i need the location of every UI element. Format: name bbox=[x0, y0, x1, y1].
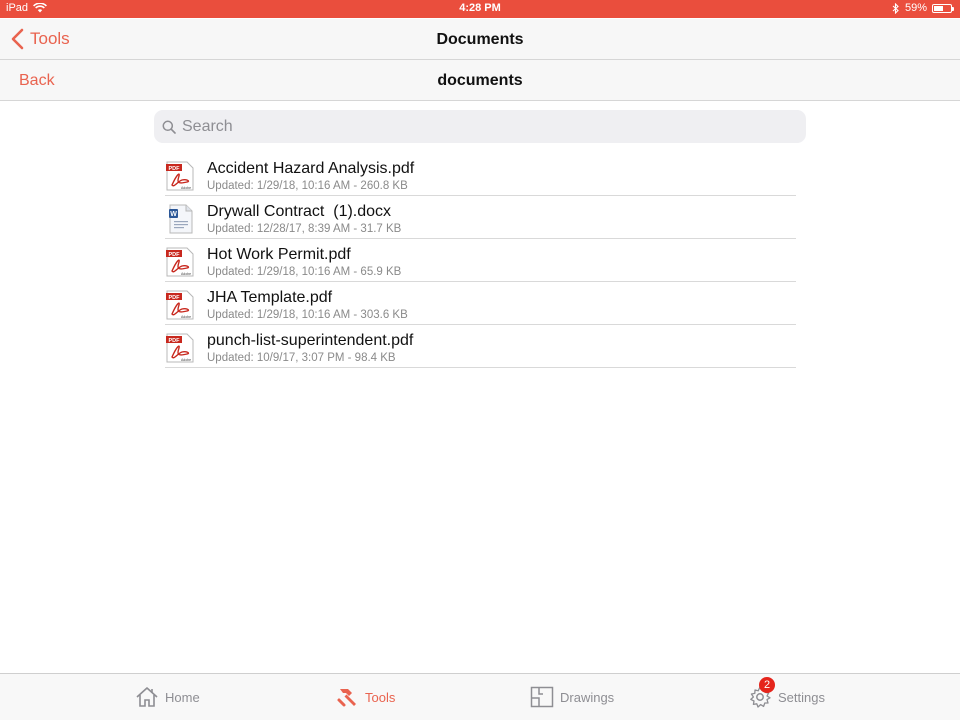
status-time: 4:28 PM bbox=[459, 2, 501, 14]
file-name: Hot Work Permit.pdf bbox=[207, 246, 351, 263]
tab-bar: Home Tools Drawings 2 Settings bbox=[0, 673, 960, 720]
file-row[interactable]: PDF Adobe Hot Work Permit.pdf Updated: 1… bbox=[165, 239, 796, 282]
battery-percent: 59% bbox=[904, 2, 927, 14]
svg-text:Adobe: Adobe bbox=[181, 186, 191, 190]
file-meta: Updated: 1/29/18, 10:16 AM - 65.9 KB bbox=[207, 266, 402, 278]
tab-settings[interactable]: 2 Settings bbox=[748, 677, 825, 709]
svg-text:PDF: PDF bbox=[169, 338, 181, 344]
pdf-file-icon: PDF Adobe bbox=[166, 247, 194, 277]
tab-tools-label: Tools bbox=[365, 689, 396, 705]
search-bar[interactable] bbox=[154, 110, 806, 143]
floor-plan-icon bbox=[530, 686, 554, 708]
page-title: Documents bbox=[436, 31, 524, 48]
file-name: Accident Hazard Analysis.pdf bbox=[207, 160, 415, 177]
file-row[interactable]: PDF Adobe JHA Template.pdf Updated: 1/29… bbox=[165, 282, 796, 325]
pdf-file-icon: PDF Adobe bbox=[166, 290, 194, 320]
pdf-file-icon: PDF Adobe bbox=[166, 161, 194, 191]
svg-text:PDF: PDF bbox=[169, 295, 181, 301]
file-meta: Updated: 12/28/17, 8:39 AM - 31.7 KB bbox=[207, 223, 402, 235]
battery-icon bbox=[932, 3, 954, 13]
settings-icon-wrap: 2 bbox=[748, 677, 775, 709]
tab-drawings[interactable]: Drawings bbox=[530, 685, 614, 709]
svg-text:Adobe: Adobe bbox=[181, 272, 191, 276]
search-input[interactable] bbox=[182, 117, 762, 136]
svg-text:PDF: PDF bbox=[169, 252, 181, 258]
tab-settings-label: Settings bbox=[778, 689, 825, 705]
notification-badge: 2 bbox=[759, 677, 775, 693]
home-icon bbox=[136, 687, 158, 707]
pdf-file-icon: PDF Adobe bbox=[166, 333, 194, 363]
hammer-icon bbox=[337, 689, 356, 707]
file-row[interactable]: PDF Adobe Accident Hazard Analysis.pdf U… bbox=[165, 153, 796, 196]
file-name: punch-list-superintendent.pdf bbox=[207, 332, 414, 349]
svg-text:Adobe: Adobe bbox=[181, 315, 191, 319]
tab-drawings-label: Drawings bbox=[560, 689, 615, 705]
tab-home-label: Home bbox=[165, 689, 200, 705]
svg-text:PDF: PDF bbox=[169, 166, 181, 172]
folder-title: documents bbox=[437, 72, 523, 89]
folder-nav-bar: Back documents bbox=[0, 60, 960, 101]
bluetooth-icon bbox=[892, 2, 899, 14]
svg-text:Adobe: Adobe bbox=[181, 358, 191, 362]
tab-home[interactable]: Home bbox=[135, 685, 200, 709]
file-name: Drywall Contract (1).docx bbox=[207, 203, 392, 220]
file-name: JHA Template.pdf bbox=[207, 289, 333, 306]
status-bar: iPad 4:28 PM 59% bbox=[0, 0, 960, 18]
file-row[interactable]: PDF Adobe punch-list-superintendent.pdf … bbox=[165, 325, 796, 368]
file-meta: Updated: 1/29/18, 10:16 AM - 303.6 KB bbox=[207, 309, 408, 321]
tab-tools[interactable]: Tools bbox=[335, 685, 395, 709]
file-meta: Updated: 1/29/18, 10:16 AM - 260.8 KB bbox=[207, 180, 408, 192]
nav-bar: Tools Documents bbox=[0, 19, 960, 60]
search-icon bbox=[162, 120, 176, 134]
file-meta: Updated: 10/9/17, 3:07 PM - 98.4 KB bbox=[207, 352, 396, 364]
file-list: PDF Adobe Accident Hazard Analysis.pdf U… bbox=[165, 153, 796, 368]
file-row[interactable]: W Drywall Contract (1).docx Updated: 12/… bbox=[165, 196, 796, 239]
word-file-icon: W bbox=[169, 204, 193, 234]
app-window: iPad 4:28 PM 59% Tools Documents Back do… bbox=[0, 0, 960, 720]
svg-text:W: W bbox=[170, 211, 177, 218]
